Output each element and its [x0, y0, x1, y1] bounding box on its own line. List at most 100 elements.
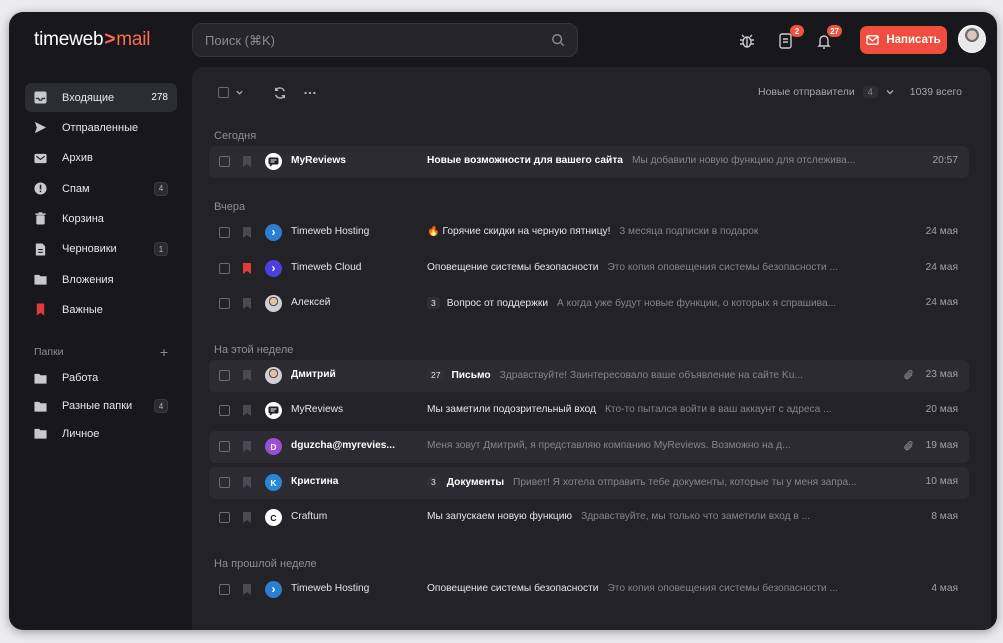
group-label-today: Сегодня [214, 130, 257, 142]
email-checkbox[interactable] [219, 441, 230, 452]
email-preview: Меня зовут Дмитрий, я представляю компан… [427, 440, 791, 451]
search-bar[interactable] [192, 23, 578, 57]
new-senders-filter[interactable]: Новые отправители 4 1039 всего [758, 86, 962, 98]
bookmark-icon[interactable] [243, 263, 251, 274]
email-subject: Оповещение системы безопасности [427, 262, 599, 273]
bookmark-icon [34, 303, 47, 316]
sidebar-item-important[interactable]: Важные [25, 295, 177, 324]
select-all-checkbox[interactable] [218, 87, 229, 98]
bug-report-icon[interactable] [737, 31, 757, 51]
sidebar-item-drafts[interactable]: Черновики 1 [25, 235, 177, 264]
sidebar-item-spam[interactable]: Спам 4 [25, 174, 177, 203]
email-preview: Мы добавили новую функцию для отслежива.… [631, 155, 856, 166]
sender-avatar [265, 295, 282, 312]
mail-notifications-button[interactable]: 2 [776, 25, 804, 51]
email-row[interactable]: C Craftum Мы запускаем новую функцию Здравс… [209, 502, 969, 534]
group-label-yesterday: Вчера [214, 201, 246, 213]
email-content: Мы запускаем новую функцию Здравствуйте, … [427, 511, 887, 522]
email-subject: Мы заметили подозрительный вход [427, 404, 596, 415]
email-date: 24 мая [925, 262, 958, 273]
email-content: 3 Документы Привет! Я хотела отправить теб… [427, 476, 887, 488]
total-count: 1039 всего [909, 86, 962, 98]
drafts-icon [34, 243, 47, 256]
search-input[interactable] [205, 32, 551, 48]
sidebar-item-attachments[interactable]: Вложения [25, 265, 177, 294]
email-checkbox[interactable] [219, 227, 230, 238]
chat-icon [268, 157, 279, 166]
bookmark-icon[interactable] [243, 227, 251, 238]
email-preview: Здравствуйте! Заинтересовало ваше объявл… [499, 369, 803, 381]
group-label-last-week: На прошлой неделе [214, 558, 317, 570]
notifications-button[interactable]: 27 [814, 25, 842, 51]
email-subject: Вопрос от поддержки [446, 297, 549, 309]
logo[interactable]: timeweb>mail [34, 29, 151, 51]
email-sender: Timeweb Cloud [291, 262, 362, 273]
email-checkbox[interactable] [219, 512, 230, 523]
email-sender: Timeweb Hosting [291, 226, 370, 237]
email-checkbox[interactable] [219, 405, 230, 416]
email-content: 27 Письмо Здравствуйте! Заинтересовало ваш… [427, 369, 887, 381]
add-folder-button[interactable]: + [160, 344, 168, 360]
sidebar-item-sent[interactable]: Отправленные [25, 113, 177, 142]
bookmark-icon[interactable] [243, 370, 251, 381]
bookmark-icon[interactable] [243, 441, 251, 452]
folder-item-personal[interactable]: Личное [25, 420, 177, 448]
sidebar-item-trash[interactable]: Корзина [25, 204, 177, 233]
email-date: 8 мая [931, 511, 958, 522]
email-preview: А когда уже будут новые функции, о котор… [557, 297, 837, 309]
email-sender: Craftum [291, 511, 328, 522]
email-content: 🔥 Горячие скидки на черную пятницу! 3 мес… [427, 226, 887, 237]
email-checkbox[interactable] [219, 156, 230, 167]
avatar-letter: K [270, 477, 277, 488]
email-row[interactable]: › Timeweb Hosting 🔥 Горячие скидки на черн… [209, 217, 969, 249]
refresh-icon[interactable] [273, 86, 287, 100]
email-checkbox[interactable] [219, 370, 230, 381]
email-row[interactable]: Ddguzcha@myrevies... Меня зовут Дмитрий, … [209, 431, 969, 463]
avatar-letter: D [270, 441, 277, 452]
email-checkbox[interactable] [219, 263, 230, 274]
compose-button[interactable]: Написать [860, 26, 947, 54]
bookmark-icon[interactable] [243, 156, 251, 167]
user-avatar[interactable] [958, 25, 986, 53]
email-checkbox[interactable] [219, 584, 230, 595]
chevron-down-icon[interactable] [885, 87, 895, 97]
bookmark-icon[interactable] [243, 584, 251, 595]
folder-label: Работа [62, 372, 99, 385]
select-all-dropdown[interactable] [218, 87, 244, 98]
folder-item-work[interactable]: Работа [25, 364, 177, 392]
sidebar-item-inbox[interactable]: Входящие 278 [25, 83, 177, 112]
email-preview: Это копия оповещения системы безопасност… [607, 583, 839, 594]
email-content: 3 Вопрос от поддержки А когда уже будут но… [427, 297, 887, 309]
folder-icon [34, 427, 47, 440]
email-date: 24 мая [925, 297, 958, 308]
search-icon[interactable] [551, 33, 565, 47]
email-row[interactable]: › Timeweb Hosting Оповещение системы безоп… [209, 574, 969, 606]
thread-count-badge: 27 [427, 369, 445, 381]
bookmark-icon[interactable] [243, 477, 251, 488]
folder-item-misc[interactable]: Разные папки 4 [25, 392, 177, 420]
more-options-icon[interactable] [303, 86, 317, 100]
email-sender: Timeweb Hosting [291, 583, 370, 594]
list-toolbar: Новые отправители 4 1039 всего [192, 67, 991, 117]
folders-title: Папки [34, 346, 64, 359]
email-content: Мы заметили подозрительный вход Кто-то пы… [427, 404, 887, 415]
email-date: 23 мая [925, 369, 958, 380]
sidebar-item-archive[interactable]: Архив [25, 144, 177, 173]
bookmark-icon[interactable] [243, 405, 251, 416]
email-checkbox[interactable] [219, 477, 230, 488]
email-sender: Дмитрий [291, 369, 336, 380]
email-row[interactable]: MyReviews Мы заметили подозрительный вход… [209, 395, 969, 427]
email-row[interactable]: Алексей 3 Вопрос от поддержки А когда уже б… [209, 288, 969, 320]
email-row[interactable]: K Кристина 3 Документы Привет! Я хотела отпр… [209, 467, 969, 499]
email-preview: Здравствуйте, мы только что заметили вхо… [581, 511, 811, 522]
email-checkbox[interactable] [219, 298, 230, 309]
archive-icon [34, 152, 47, 165]
avatar-letter: › [271, 224, 276, 239]
chevron-down-icon[interactable] [235, 88, 244, 97]
bookmark-icon[interactable] [243, 512, 251, 523]
bookmark-icon[interactable] [243, 298, 251, 309]
email-row[interactable]: › Timeweb Cloud Оповещение системы безопас… [209, 253, 969, 285]
logo-caret: > [104, 29, 116, 50]
email-row[interactable]: MyReviews Новые возможности для вашего са… [209, 146, 969, 178]
email-row[interactable]: Дмитрий 27 Письмо Здравствуйте! Заинтересов… [209, 360, 969, 392]
